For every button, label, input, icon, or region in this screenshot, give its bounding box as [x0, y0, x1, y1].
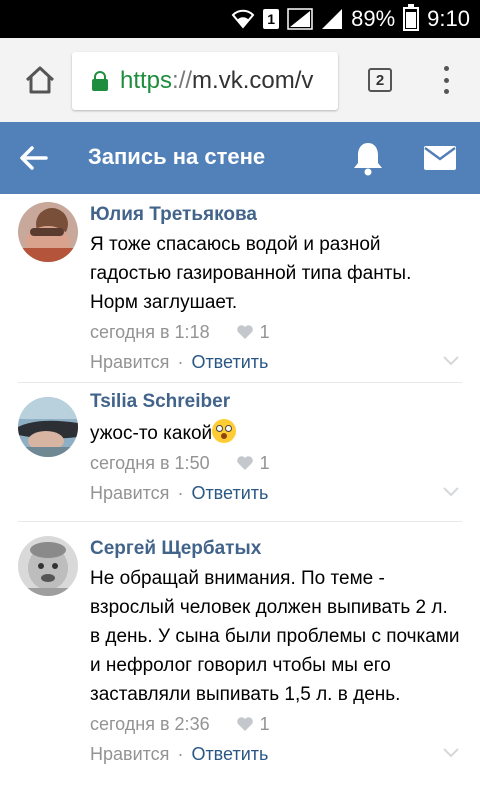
chevron-down-icon[interactable] — [442, 747, 460, 759]
like-count-value: 1 — [259, 453, 270, 473]
like-count-value: 1 — [259, 714, 270, 734]
like-count[interactable]: 1 — [236, 709, 270, 739]
clock: 9:10 — [427, 6, 470, 31]
heart-icon — [236, 325, 253, 339]
home-icon — [25, 66, 55, 94]
comment-meta: сегодня в 2:36 1 — [90, 709, 462, 739]
avatar[interactable] — [18, 397, 78, 457]
like-button[interactable]: Нравится — [90, 744, 169, 764]
chevron-down-icon[interactable] — [442, 486, 460, 498]
status-bar: 1 89% 9:10 — [0, 0, 480, 38]
notifications-button[interactable] — [352, 140, 384, 176]
reply-button[interactable]: Ответить — [191, 744, 268, 764]
battery-icon — [403, 4, 420, 31]
reply-button[interactable]: Ответить — [191, 483, 268, 503]
comment-actions: Нравится · Ответить — [90, 347, 462, 377]
comment-text: Я тоже спасаюсь водой и разной гадостью … — [90, 234, 412, 313]
overflow-menu-button[interactable] — [434, 64, 458, 96]
sim-icon: 1 — [263, 9, 280, 29]
separator-dot: · — [177, 483, 184, 503]
back-arrow-icon — [20, 146, 48, 170]
browser-toolbar: https://m.vk.com/v 2 — [0, 38, 480, 122]
page-title: Запись на стене — [88, 144, 266, 169]
like-count-value: 1 — [259, 322, 270, 342]
comment-actions: Нравится · Ответить — [90, 478, 462, 508]
reply-button[interactable]: Ответить — [191, 352, 268, 372]
menu-dot — [443, 77, 449, 83]
address-bar[interactable]: https://m.vk.com/v — [72, 52, 338, 110]
signal-icon — [287, 8, 313, 30]
comment-text: Не обращай внимания. По теме - взрослый … — [90, 568, 460, 705]
messages-button[interactable] — [424, 146, 456, 170]
flushed-face-emoji — [212, 419, 237, 443]
comment-time[interactable]: сегодня в 1:50 — [90, 448, 210, 478]
menu-dot — [443, 66, 449, 71]
avatar[interactable] — [18, 536, 78, 596]
menu-dot — [443, 89, 449, 94]
comment-item: Tsilia Schreiber ужос-то какой сегодня в… — [18, 383, 462, 522]
like-count[interactable]: 1 — [236, 448, 270, 478]
comment-time[interactable]: сегодня в 1:18 — [90, 317, 210, 347]
envelope-icon — [424, 146, 456, 170]
home-button[interactable] — [20, 60, 60, 100]
comment-author[interactable]: Tsilia Schreiber — [90, 383, 462, 415]
separator-dot: · — [177, 744, 184, 764]
comment-list: Юлия Третьякова Я тоже спасаюсь водой и … — [0, 194, 480, 802]
comment-meta: сегодня в 1:18 1 — [90, 317, 462, 347]
comment-item: Юлия Третьякова Я тоже спасаюсь водой и … — [18, 194, 462, 383]
back-button[interactable] — [18, 144, 50, 172]
comment-author[interactable]: Юлия Третьякова — [90, 194, 462, 228]
app-header: Запись на стене — [0, 122, 480, 194]
signal-icon — [321, 8, 343, 30]
battery-percent: 89% — [351, 6, 396, 31]
like-count[interactable]: 1 — [236, 317, 270, 347]
comment-text: ужос-то какой — [90, 419, 462, 448]
wifi-icon — [231, 9, 255, 29]
comment-author[interactable]: Сергей Щербатых — [90, 522, 462, 562]
comment-time[interactable]: сегодня в 2:36 — [90, 709, 210, 739]
chevron-down-icon[interactable] — [442, 355, 460, 367]
heart-icon — [236, 456, 253, 470]
url-text: https://m.vk.com/v — [120, 67, 314, 94]
heart-icon — [236, 717, 253, 731]
lock-icon — [92, 71, 108, 91]
comment-actions: Нравится · Ответить — [90, 739, 462, 769]
tab-switcher-button[interactable]: 2 — [368, 68, 392, 92]
comment-meta: сегодня в 1:50 1 — [90, 448, 462, 478]
avatar[interactable] — [18, 202, 78, 262]
separator-dot: · — [177, 352, 184, 372]
bell-icon — [354, 143, 382, 176]
like-button[interactable]: Нравится — [90, 483, 169, 503]
like-button[interactable]: Нравится — [90, 352, 169, 372]
comment-item: Сергей Щербатых Не обращай внимания. По … — [18, 522, 462, 802]
